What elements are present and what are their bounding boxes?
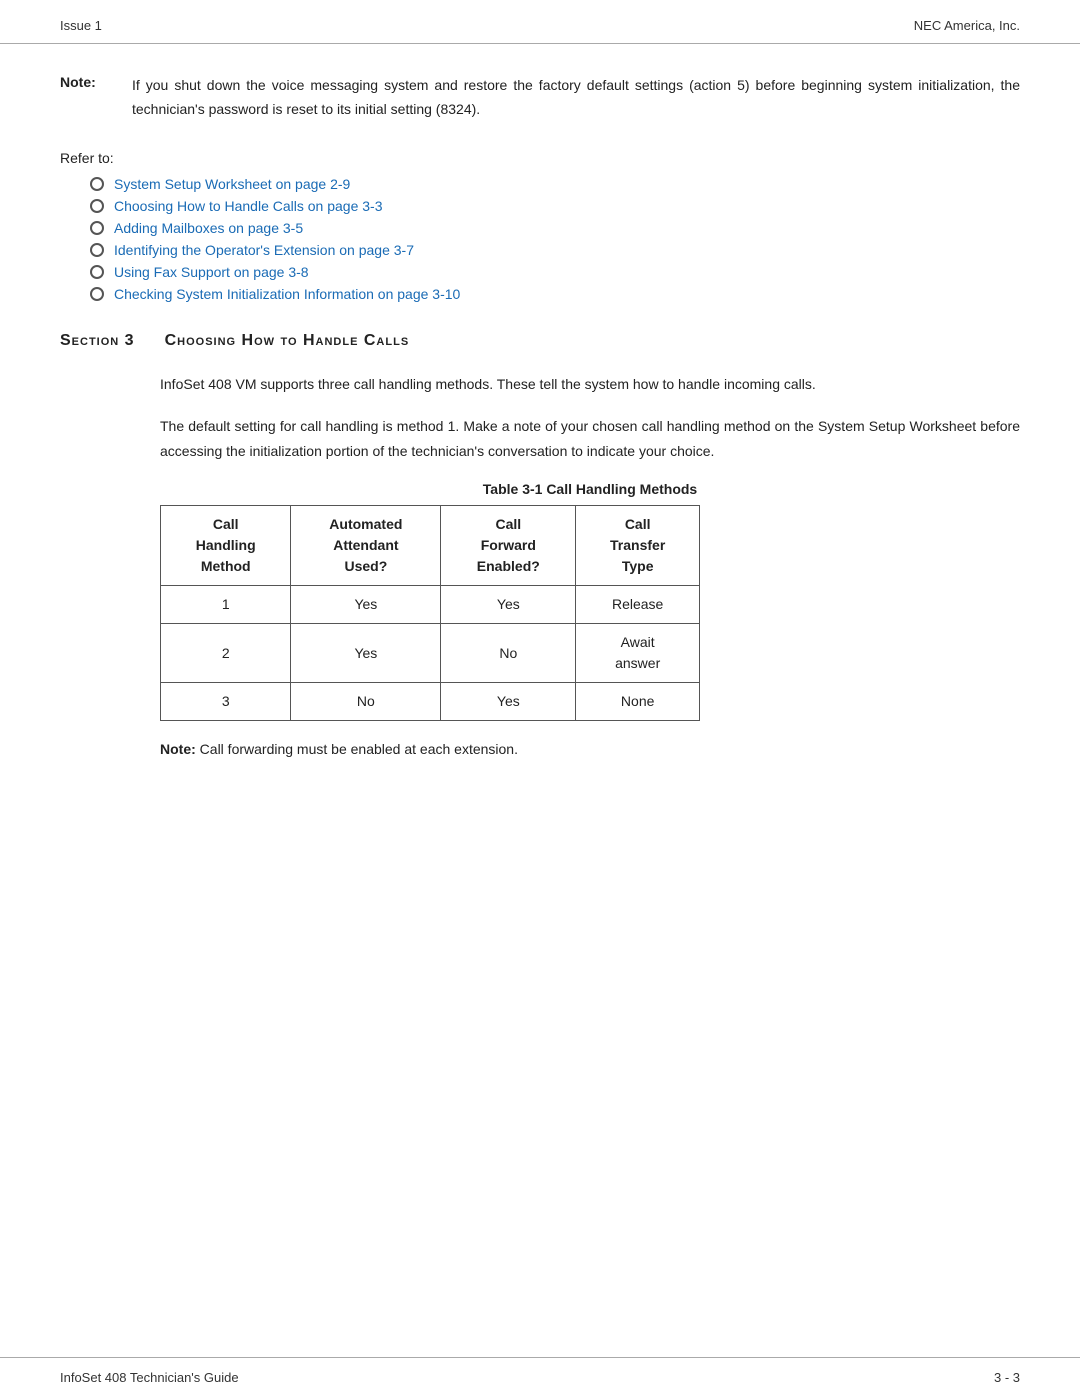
link-checking-init[interactable]: Checking System Initialization Informati… (114, 286, 460, 302)
row2-method: 2 (161, 624, 291, 683)
row2-attendant: Yes (291, 624, 441, 683)
page-footer: InfoSet 408 Technician's Guide 3 - 3 (0, 1357, 1080, 1397)
section-heading: Section 3 Choosing How to Handle Calls (60, 332, 1020, 350)
row1-method: 1 (161, 586, 291, 624)
link-list: System Setup Worksheet on page 2-9 Choos… (90, 176, 1020, 302)
table-row: 3 No Yes None (161, 683, 700, 721)
header-issue: Issue 1 (60, 18, 102, 33)
th-automated-attendant: AutomatedAttendantUsed? (291, 506, 441, 586)
bullet-icon (90, 265, 104, 279)
bullet-icon (90, 287, 104, 301)
bullet-icon (90, 243, 104, 257)
table-header-row: CallHandlingMethod AutomatedAttendantUse… (161, 506, 700, 586)
row3-transfer: None (576, 683, 700, 721)
main-content: Note: If you shut down the voice messagi… (0, 44, 1080, 1357)
table-row: 1 Yes Yes Release (161, 586, 700, 624)
list-item: Checking System Initialization Informati… (90, 286, 1020, 302)
link-adding-mailboxes[interactable]: Adding Mailboxes on page 3-5 (114, 220, 303, 236)
list-item: Adding Mailboxes on page 3-5 (90, 220, 1020, 236)
call-handling-table: CallHandlingMethod AutomatedAttendantUse… (160, 505, 700, 721)
link-fax-support[interactable]: Using Fax Support on page 3-8 (114, 264, 309, 280)
footer-page-number: 3 - 3 (994, 1370, 1020, 1385)
page-header: Issue 1 NEC America, Inc. (0, 0, 1080, 44)
table-wrapper: Table 3-1 Call Handling Methods CallHand… (160, 481, 1020, 721)
bullet-icon (90, 199, 104, 213)
note-text: If you shut down the voice messaging sys… (132, 74, 1020, 122)
refer-to-label: Refer to: (60, 150, 1020, 166)
row1-attendant: Yes (291, 586, 441, 624)
bullet-icon (90, 177, 104, 191)
table-note: Note: Call forwarding must be enabled at… (160, 741, 1020, 757)
table-note-text: Call forwarding must be enabled at each … (200, 741, 518, 757)
link-operator-extension[interactable]: Identifying the Operator's Extension on … (114, 242, 414, 258)
table-note-label: Note: (160, 741, 196, 757)
note-block: Note: If you shut down the voice messagi… (60, 74, 1020, 122)
table-caption: Table 3-1 Call Handling Methods (160, 481, 1020, 497)
section-title: Choosing How to Handle Calls (165, 332, 410, 350)
row3-attendant: No (291, 683, 441, 721)
section-number: Section 3 (60, 332, 135, 350)
th-call-handling-method: CallHandlingMethod (161, 506, 291, 586)
th-call-transfer: CallTransferType (576, 506, 700, 586)
body-paragraph-2: The default setting for call handling is… (160, 414, 1020, 463)
row3-forward: Yes (441, 683, 576, 721)
table-row: 2 Yes No Awaitanswer (161, 624, 700, 683)
list-item: System Setup Worksheet on page 2-9 (90, 176, 1020, 192)
row2-transfer: Awaitanswer (576, 624, 700, 683)
page-container: Issue 1 NEC America, Inc. Note: If you s… (0, 0, 1080, 1397)
list-item: Choosing How to Handle Calls on page 3-3 (90, 198, 1020, 214)
list-item: Identifying the Operator's Extension on … (90, 242, 1020, 258)
link-choosing-calls[interactable]: Choosing How to Handle Calls on page 3-3 (114, 198, 383, 214)
note-label: Note: (60, 74, 120, 122)
footer-guide-title: InfoSet 408 Technician's Guide (60, 1370, 239, 1385)
row2-forward: No (441, 624, 576, 683)
row3-method: 3 (161, 683, 291, 721)
row1-forward: Yes (441, 586, 576, 624)
list-item: Using Fax Support on page 3-8 (90, 264, 1020, 280)
th-call-forward: CallForwardEnabled? (441, 506, 576, 586)
link-system-setup[interactable]: System Setup Worksheet on page 2-9 (114, 176, 350, 192)
header-company: NEC America, Inc. (914, 18, 1020, 33)
bullet-icon (90, 221, 104, 235)
body-paragraph-1: InfoSet 408 VM supports three call handl… (160, 372, 1020, 397)
row1-transfer: Release (576, 586, 700, 624)
